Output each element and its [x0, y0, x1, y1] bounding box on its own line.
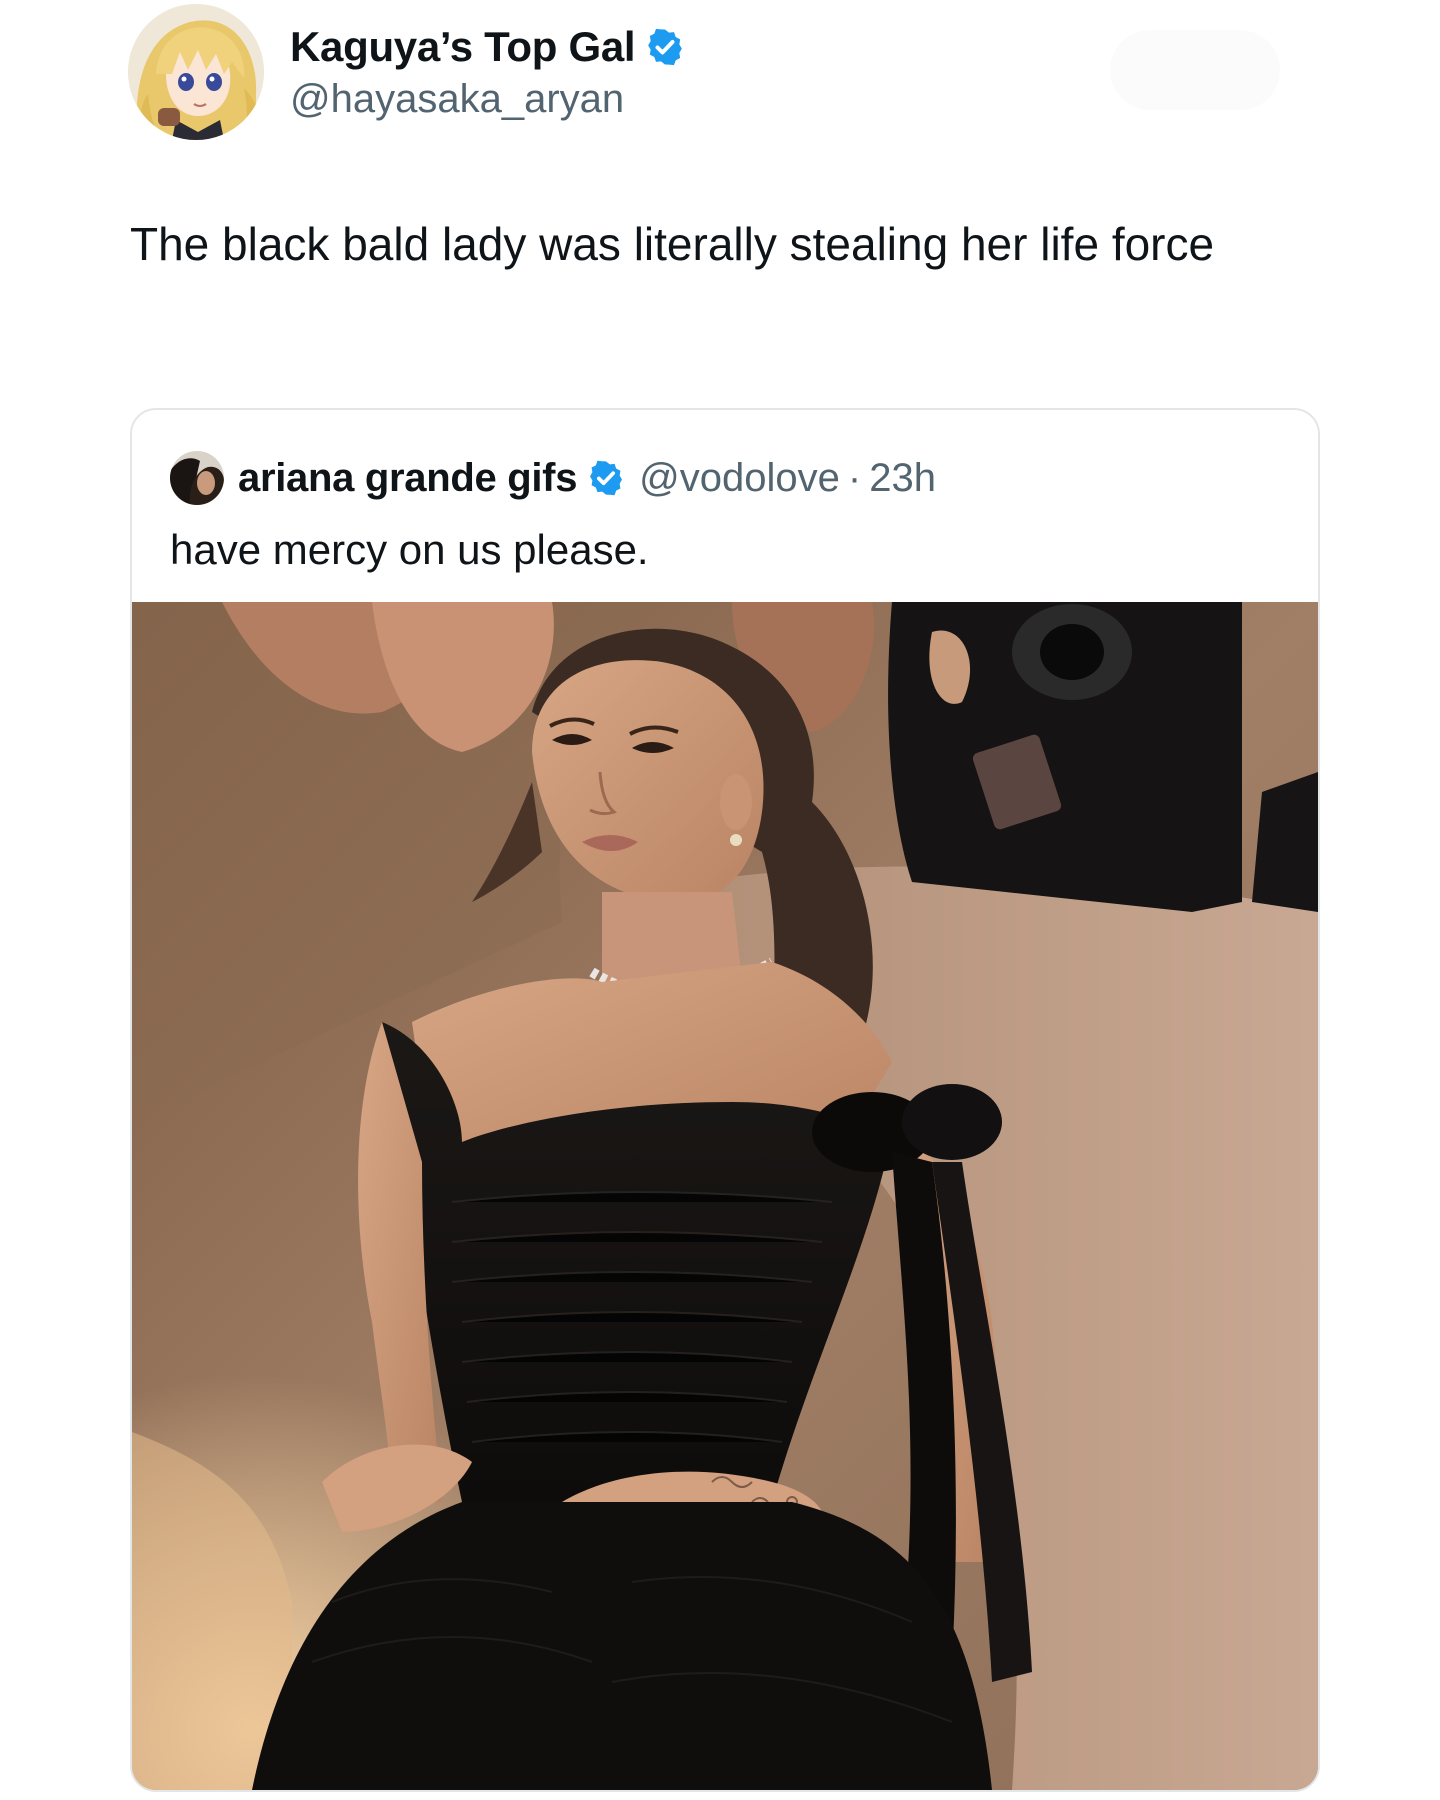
- quoted-verified-badge-icon: [587, 459, 625, 497]
- blurred-corner-artifact: [1110, 30, 1280, 110]
- quoted-post-timestamp[interactable]: 23h: [869, 456, 936, 501]
- author-display-name[interactable]: Kaguya’s Top Gal: [290, 23, 636, 71]
- author-avatar[interactable]: [128, 4, 264, 140]
- media-photo-illustration: [132, 602, 1318, 1790]
- author-handle[interactable]: @hayasaka_aryan: [290, 77, 685, 122]
- quoted-author-avatar[interactable]: [170, 451, 224, 505]
- author-info: Kaguya’s Top Gal @hayasaka_aryan: [290, 23, 685, 122]
- quoted-post-header: ariana grande gifs @vodolove · 23h: [170, 450, 936, 506]
- quoted-author-display-name[interactable]: ariana grande gifs: [238, 456, 577, 501]
- quoted-post-card[interactable]: ariana grande gifs @vodolove · 23h have …: [130, 408, 1320, 1792]
- author-name-row: Kaguya’s Top Gal: [290, 23, 685, 71]
- quoted-post-media[interactable]: [132, 602, 1318, 1790]
- quoted-post-text: have mercy on us please.: [170, 526, 649, 573]
- verified-badge-icon: [645, 27, 685, 67]
- metadata-separator: ·: [847, 455, 862, 500]
- post-header: Kaguya’s Top Gal @hayasaka_aryan: [128, 2, 685, 142]
- quoted-author-handle[interactable]: @vodolove: [639, 456, 840, 501]
- post-text: The black bald lady was literally steali…: [130, 218, 1215, 270]
